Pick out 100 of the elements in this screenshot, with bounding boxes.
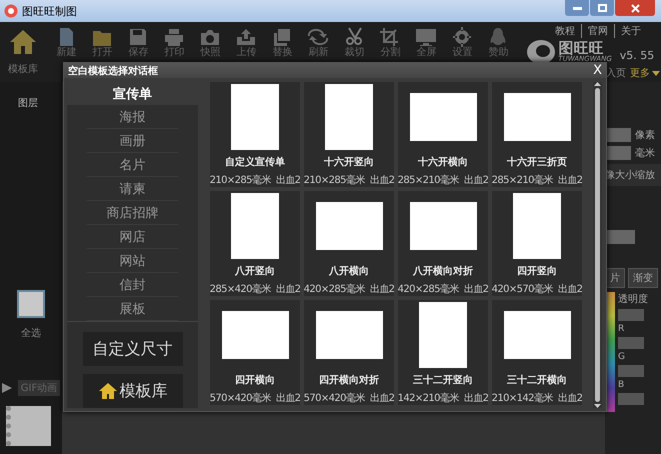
page-preview	[316, 310, 382, 358]
template-name: 三十二开横向	[507, 374, 567, 387]
page-preview	[410, 92, 476, 140]
layer-thumbnail[interactable]	[17, 290, 45, 318]
app-logo-icon	[4, 4, 18, 18]
select-all-button[interactable]: 全选	[21, 326, 41, 340]
category-item[interactable]: 商店招牌	[87, 201, 178, 225]
channel-label: R	[618, 324, 626, 334]
template-card[interactable]: 八开竖向 285×420毫米 出血2	[210, 191, 300, 296]
size-input[interactable]	[605, 146, 631, 160]
channel-input[interactable]	[618, 393, 644, 405]
print-icon	[163, 27, 186, 47]
template-name: 四开竖向	[517, 264, 557, 278]
toolbar-button[interactable]: 快照	[192, 22, 228, 82]
template-card[interactable]: 四开竖向 420×570毫米 出血2	[492, 191, 582, 296]
gear-icon	[451, 27, 474, 47]
template-name: 八开横向	[329, 264, 369, 278]
monitor-icon	[415, 27, 438, 47]
custom-size-button[interactable]: 自定义尺寸	[82, 332, 182, 366]
template-card[interactable]: 八开横向对折 420×285毫米 出血2	[398, 191, 488, 296]
header-link[interactable]: 关于	[614, 24, 647, 38]
page-preview	[222, 310, 288, 358]
template-name: 八开横向对折	[413, 264, 473, 278]
page-preview	[513, 192, 561, 258]
unit-label: 毫米	[635, 146, 655, 160]
template-size: 285×210毫米 出血2	[398, 174, 488, 187]
template-card[interactable]: 八开横向 420×285毫米 出血2	[304, 191, 394, 296]
dialog-title: 空白模板选择对话框	[68, 64, 158, 78]
category-item[interactable]: 展板	[87, 297, 178, 321]
maximize-button[interactable]	[590, 0, 614, 16]
page-preview	[231, 192, 279, 258]
template-card[interactable]: 三十二开横向 210×142毫米 出血2	[492, 300, 582, 405]
template-library-button[interactable]: 模板库	[82, 374, 182, 408]
logo-name: 图旺旺	[558, 41, 604, 56]
page-preview	[231, 84, 279, 150]
template-card[interactable]: 自定义宣传单 210×285毫米 出血2	[210, 82, 300, 187]
template-size: 420×285毫米 出血2	[304, 282, 394, 296]
template-name: 十六开三折页	[507, 155, 567, 169]
template-name: 十六开横向	[418, 155, 468, 169]
film-frame-icon[interactable]	[6, 406, 51, 446]
template-card[interactable]: 十六开横向 285×210毫米 出血2	[398, 82, 488, 187]
toolbar-button[interactable]: 刷新	[300, 22, 336, 82]
scroll-down-icon[interactable]	[594, 404, 601, 408]
template-size: 570×420毫米 出血2	[304, 392, 394, 405]
category-item[interactable]: 宣传单	[67, 82, 198, 105]
template-card[interactable]: 十六开三折页 285×210毫米 出血2	[492, 82, 582, 187]
panel-tab[interactable]: 片	[605, 268, 625, 288]
minimize-button[interactable]	[565, 0, 589, 16]
toolbar-button[interactable]: 上传	[228, 22, 264, 82]
nav-link[interactable]: 入页	[606, 66, 626, 80]
template-size: 420×285毫米 出血2	[398, 282, 488, 296]
category-item[interactable]: 画册	[87, 129, 178, 153]
channel-input[interactable]	[618, 365, 644, 377]
version-label: v5. 55	[620, 48, 654, 62]
toolbar-button[interactable]: 赞助	[480, 22, 516, 82]
close-button[interactable]: X	[593, 63, 602, 78]
page-preview	[504, 92, 570, 140]
scrollbar[interactable]	[593, 82, 602, 408]
page-preview	[504, 310, 570, 358]
header-link[interactable]: 官网	[581, 24, 614, 38]
size-input[interactable]	[605, 128, 631, 142]
channel-input[interactable]	[618, 337, 644, 349]
panel-tab[interactable]: 渐变	[628, 268, 658, 288]
maximize-icon	[598, 4, 606, 12]
unit-label: 像素	[635, 128, 655, 142]
channel-label: G	[618, 352, 626, 362]
more-menu[interactable]: 更多	[630, 66, 660, 80]
template-size: 420×570毫米 出血2	[492, 282, 582, 296]
page-preview	[325, 84, 373, 150]
play-icon[interactable]	[2, 383, 12, 393]
window-title: 图旺旺制图	[22, 4, 77, 18]
template-card[interactable]: 三十二开竖向 142×210毫米 出血2	[398, 300, 488, 405]
category-item[interactable]: 信封	[87, 273, 178, 297]
template-size: 285×420毫米 出血2	[210, 282, 300, 296]
toolbar-button[interactable]: 替换	[264, 22, 300, 82]
template-size: 285×210毫米 出血2	[492, 174, 582, 187]
template-card[interactable]: 十六开竖向 210×285毫米 出血2	[304, 82, 394, 187]
template-card[interactable]: 四开横向 570×420毫米 出血2	[210, 300, 300, 405]
value-input[interactable]	[605, 230, 635, 244]
template-name: 自定义宣传单	[225, 155, 285, 169]
toolbar-button[interactable]: 分割	[372, 22, 408, 82]
camera-icon	[199, 27, 222, 47]
category-item[interactable]: 海报	[87, 105, 178, 129]
page-preview	[410, 202, 476, 250]
close-button[interactable]	[615, 0, 655, 16]
category-item[interactable]: 请柬	[87, 177, 178, 201]
toolbar-button[interactable]: 裁切	[336, 22, 372, 82]
template-card[interactable]: 四开横向对折 570×420毫米 出血2	[304, 300, 394, 405]
template-size: 210×142毫米 出血2	[492, 392, 582, 405]
toolbar-button[interactable]: 设置	[444, 22, 480, 82]
header-link[interactable]: 教程	[549, 24, 581, 38]
category-item[interactable]: 网站	[87, 249, 178, 273]
toolbar-button[interactable]: 全屏	[408, 22, 444, 82]
template-library-button[interactable]: 模板库	[0, 22, 46, 82]
template-name: 八开竖向	[235, 264, 275, 278]
refresh-icon	[307, 27, 330, 47]
template-size: 142×210毫米 出血2	[398, 392, 488, 405]
category-item[interactable]: 网店	[87, 225, 178, 249]
category-item[interactable]: 名片	[87, 153, 178, 177]
opacity-input[interactable]	[618, 309, 644, 321]
